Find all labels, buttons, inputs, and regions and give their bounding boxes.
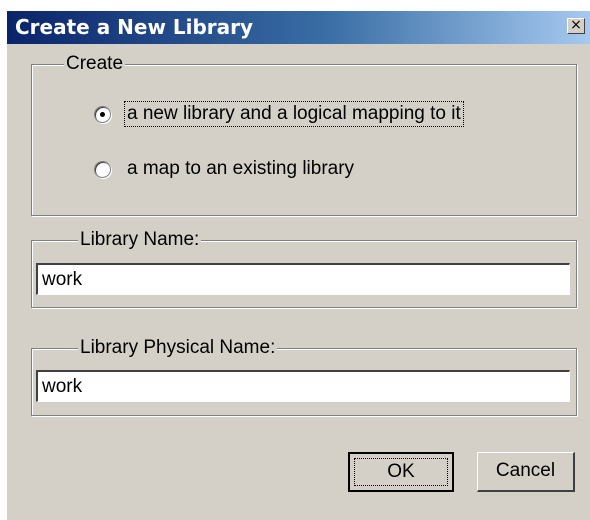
library-physical-name-input[interactable] [36, 370, 570, 402]
radio-button-existing-library[interactable] [94, 160, 111, 178]
close-button[interactable]: × [567, 18, 585, 34]
create-library-dialog: Create a New Library × Create a new libr… [6, 10, 590, 520]
cancel-button[interactable]: Cancel [477, 452, 575, 492]
title-bar[interactable]: Create a New Library × [7, 11, 590, 44]
create-group: Create a new library and a logical mappi… [31, 53, 577, 216]
close-icon: × [570, 17, 582, 33]
radio-label-existing-library[interactable]: a map to an existing library [125, 157, 356, 181]
cancel-button-label: Cancel [495, 460, 556, 481]
ok-button[interactable]: OK [348, 452, 454, 492]
library-name-label: Library Name: [78, 229, 202, 251]
radio-selected-dot [100, 111, 105, 117]
radio-option-new-library[interactable]: a new library and a logical mapping to i… [94, 99, 464, 129]
library-physical-name-label: Library Physical Name: [78, 337, 278, 359]
radio-option-existing-library[interactable]: a map to an existing library [94, 154, 356, 184]
create-group-label: Create [64, 53, 126, 75]
library-name-input[interactable] [36, 263, 570, 295]
radio-button-new-library[interactable] [94, 105, 111, 123]
radio-label-new-library[interactable]: a new library and a logical mapping to i… [124, 101, 464, 127]
focus-ring [354, 458, 448, 486]
window-title: Create a New Library [15, 15, 254, 39]
